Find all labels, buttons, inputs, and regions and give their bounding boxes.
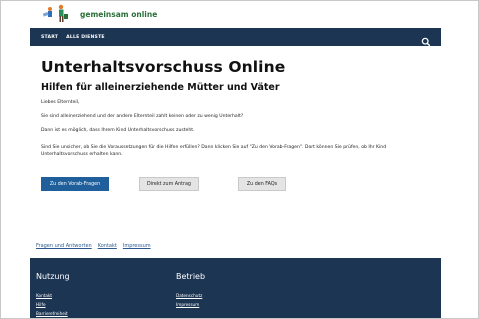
instructions-text: Sind Sie unsicher, ob Sie die Voraussetz… [41, 145, 387, 157]
brand-name: gemeinsam online [80, 9, 158, 19]
footer-link-datenschutz[interactable]: Datenschutz [176, 293, 202, 298]
family-logo-icon [40, 4, 74, 24]
link-fragen-antworten[interactable]: Fragen und Antworten [36, 243, 92, 249]
vorab-fragen-button[interactable]: Zu den Vorab-Fragen [41, 177, 109, 191]
intro-text: Sie sind alleinerziehend und der andere … [41, 114, 244, 119]
footer-link-hilfe[interactable]: Hilfe [36, 302, 46, 307]
faqs-button[interactable]: Zu den FAQs [238, 177, 286, 191]
link-kontakt[interactable]: Kontakt [98, 243, 117, 249]
page-title: Unterhaltsvorschuss Online [41, 58, 286, 76]
footer-title-betrieb: Betrieb [176, 272, 206, 281]
brand[interactable]: gemeinsam online [40, 3, 157, 25]
search-icon[interactable] [421, 32, 431, 47]
footer-title-nutzung: Nutzung [36, 272, 70, 281]
link-impressum[interactable]: Impressum [123, 243, 151, 249]
nav-item-alle-dienste[interactable]: ALLE DIENSTE [66, 35, 105, 40]
greeting-text: Liebes Elternteil, [41, 100, 80, 105]
footer-link-barrierefreiheit[interactable]: Barrierefreiheit [36, 311, 68, 316]
direkt-antrag-button[interactable]: Direkt zum Antrag [139, 177, 199, 191]
nav-item-start[interactable]: START [41, 35, 58, 40]
main-navigation: START ALLE DIENSTE [30, 28, 441, 47]
footer-link-row: Fragen und Antworten Kontakt Impressum [36, 243, 151, 249]
footer-link-impressum[interactable]: Impressum [176, 302, 199, 307]
main-content: Unterhaltsvorschuss Online Hilfen für al… [41, 58, 441, 93]
eligibility-text: Dann ist es möglich, dass Ihrem Kind Unt… [41, 128, 195, 133]
page-subtitle: Hilfen für alleinerziehende Mütter und V… [41, 82, 280, 93]
footer: Nutzung Kontakt Hilfe Barrierefreiheit B… [30, 258, 441, 319]
footer-link-kontakt[interactable]: Kontakt [36, 293, 52, 298]
